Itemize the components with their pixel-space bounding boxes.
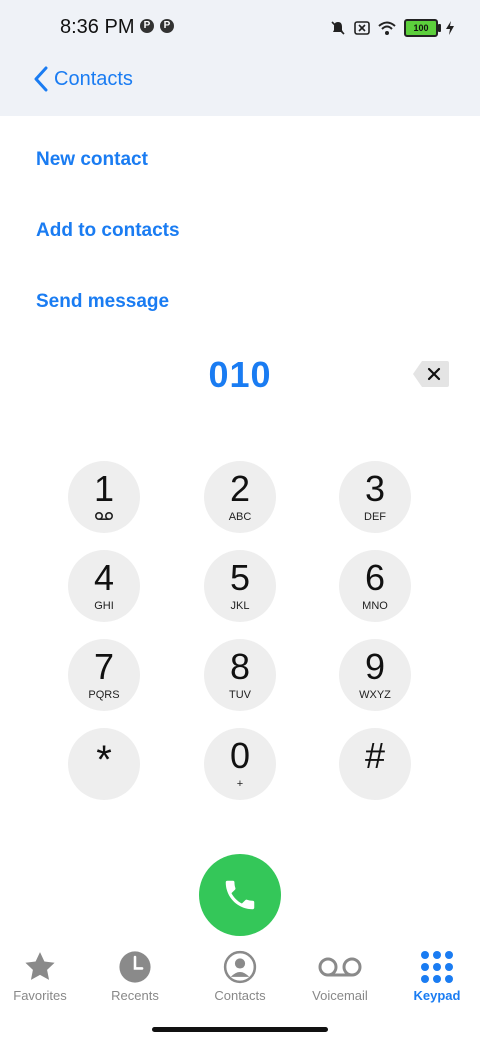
tab-contacts[interactable]: Contacts — [192, 948, 288, 1012]
key-7[interactable]: 7 PQRS — [68, 639, 140, 711]
key-8[interactable]: 8 TUV — [204, 639, 276, 711]
new-contact-link[interactable]: New contact — [36, 149, 148, 171]
tab-recents[interactable]: Recents — [87, 948, 183, 1012]
key-digit: 3 — [364, 467, 386, 509]
star-icon — [22, 948, 58, 986]
key-letters: MNO — [362, 599, 388, 612]
tab-keypad[interactable]: Keypad — [389, 948, 480, 1012]
tab-label: Contacts — [214, 988, 266, 1003]
nav-bar: Contacts — [0, 56, 480, 116]
send-message-link[interactable]: Send message — [36, 291, 169, 313]
charging-icon — [446, 21, 454, 35]
tab-voicemail[interactable]: Voicemail — [292, 948, 388, 1012]
wifi-icon — [378, 21, 396, 35]
tab-label: Voicemail — [312, 988, 368, 1003]
notification-icon-2: P — [160, 19, 174, 33]
key-letters: ABC — [228, 510, 252, 523]
status-bar: 8:36 PM P P 100 — [0, 0, 480, 56]
key-digit: * — [96, 737, 112, 782]
status-time: 8:36 PM — [60, 16, 135, 38]
tab-bar: Favorites Recents Contacts Voicemail Key… — [0, 948, 480, 1018]
key-5[interactable]: 5 JKL — [204, 550, 276, 622]
key-digit: 1 — [93, 467, 115, 509]
key-letters: GHI — [94, 599, 114, 612]
key-digit: # — [364, 734, 386, 776]
status-icons: 100 — [330, 18, 454, 38]
key-hash[interactable]: # — [339, 728, 411, 800]
key-letters: PQRS — [88, 688, 120, 701]
key-2[interactable]: 2 ABC — [204, 461, 276, 533]
key-digit: 5 — [229, 556, 251, 598]
battery-icon: 100 — [404, 19, 441, 37]
voicemail-icon — [94, 511, 114, 524]
key-digit: 6 — [364, 556, 386, 598]
no-sim-icon — [354, 21, 370, 35]
key-9[interactable]: 9 WXYZ — [339, 639, 411, 711]
key-letters: DEF — [364, 510, 386, 523]
chevron-left-icon — [34, 66, 48, 92]
tab-label: Recents — [111, 988, 159, 1003]
key-1[interactable]: 1 — [68, 461, 140, 533]
key-6[interactable]: 6 MNO — [339, 550, 411, 622]
key-0[interactable]: 0 + — [204, 728, 276, 800]
key-digit: 7 — [93, 645, 115, 687]
key-letters: JKL — [230, 599, 250, 612]
key-letters: TUV — [229, 688, 251, 701]
phone-icon — [225, 880, 255, 910]
tab-favorites[interactable]: Favorites — [0, 948, 88, 1012]
call-button[interactable] — [199, 854, 281, 936]
delete-backward-icon — [413, 361, 449, 387]
key-letters: WXYZ — [359, 688, 391, 701]
keypad-icon — [420, 948, 454, 986]
voicemail-icon — [316, 948, 364, 986]
tab-label: Keypad — [413, 988, 461, 1003]
tab-label: Favorites — [13, 988, 67, 1003]
key-digit: 8 — [229, 645, 251, 687]
key-3[interactable]: 3 DEF — [339, 461, 411, 533]
clock-icon — [118, 948, 152, 986]
key-star[interactable]: * — [68, 728, 140, 800]
key-digit: 0 — [229, 734, 251, 776]
key-digit: 9 — [364, 645, 386, 687]
back-label: Contacts — [54, 67, 133, 90]
back-button[interactable]: Contacts — [34, 66, 133, 92]
notification-icon: P — [140, 19, 154, 33]
backspace-button[interactable] — [412, 360, 450, 388]
dialed-number: 010 — [208, 354, 272, 395]
key-digit: 2 — [229, 467, 251, 509]
key-digit: 4 — [93, 556, 115, 598]
key-letters: + — [236, 777, 244, 790]
silent-icon — [331, 21, 345, 35]
home-indicator[interactable] — [152, 1027, 328, 1032]
key-4[interactable]: 4 GHI — [68, 550, 140, 622]
person-icon — [223, 948, 257, 986]
add-to-contacts-link[interactable]: Add to contacts — [36, 220, 180, 242]
